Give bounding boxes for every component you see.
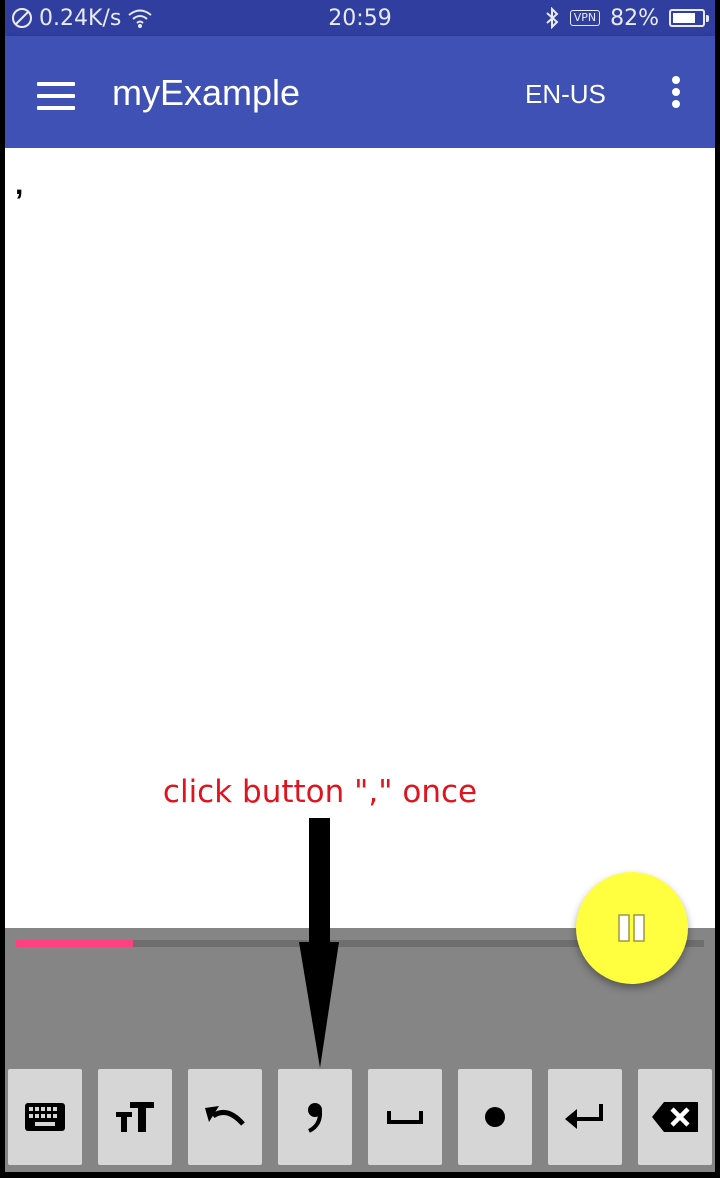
status-right: VPN 82% bbox=[544, 0, 709, 36]
screen: 0.24K/s 20:59 VPN 82% myExample EN-US , … bbox=[5, 0, 715, 1172]
key-row bbox=[8, 1069, 715, 1165]
enter-key[interactable] bbox=[548, 1069, 622, 1165]
editor-text: , bbox=[15, 168, 24, 201]
battery-percent: 82% bbox=[610, 5, 659, 31]
text-editor[interactable]: , bbox=[5, 148, 715, 928]
battery-level bbox=[673, 13, 696, 23]
annotation-arrow bbox=[299, 818, 339, 1068]
pause-button[interactable] bbox=[576, 872, 688, 984]
app-bar: myExample EN-US bbox=[5, 36, 715, 148]
space-key[interactable] bbox=[368, 1069, 442, 1165]
vpn-badge: VPN bbox=[569, 10, 601, 26]
status-bar: 0.24K/s 20:59 VPN 82% bbox=[5, 0, 715, 36]
comma-icon bbox=[308, 1103, 323, 1133]
text-size-key[interactable] bbox=[98, 1069, 172, 1165]
period-key[interactable] bbox=[458, 1069, 532, 1165]
app-title: myExample bbox=[112, 72, 301, 113]
space-icon bbox=[387, 1111, 423, 1124]
enter-icon bbox=[565, 1104, 603, 1129]
progress-fill bbox=[16, 940, 133, 947]
more-vert-icon[interactable] bbox=[661, 72, 691, 112]
battery-icon bbox=[669, 9, 709, 27]
pause-icon bbox=[618, 914, 645, 942]
period-icon bbox=[485, 1107, 505, 1127]
bluetooth-icon bbox=[546, 7, 559, 29]
undo-icon bbox=[205, 1106, 245, 1126]
text-size-icon bbox=[116, 1102, 154, 1132]
language-button[interactable]: EN-US bbox=[525, 76, 606, 112]
keyboard-key[interactable] bbox=[8, 1069, 82, 1165]
backspace-icon bbox=[652, 1102, 698, 1132]
menu-icon[interactable] bbox=[31, 74, 81, 110]
annotation-text: click button "," once bbox=[162, 774, 478, 810]
backspace-key[interactable] bbox=[638, 1069, 712, 1165]
comma-key[interactable] bbox=[278, 1069, 352, 1165]
undo-key[interactable] bbox=[188, 1069, 262, 1165]
keyboard-icon bbox=[25, 1103, 65, 1131]
